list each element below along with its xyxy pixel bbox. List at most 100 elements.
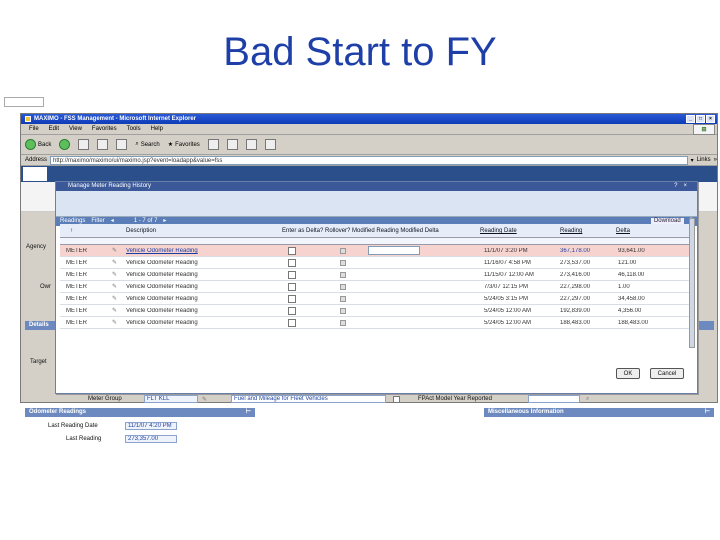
browser-toolbar: Back ⌕ Search ★ Favorites <box>21 135 717 155</box>
odometer-section-bar: Odometer Readings ⊢ <box>25 408 255 417</box>
address-input[interactable]: http://maximo/maximo/ui/maximo.jsp?event… <box>50 155 688 165</box>
table-row[interactable]: METER ✎ Vehicle Odometer Reading 5/24/05… <box>60 293 692 305</box>
last-reading-date-field: 11/1/07 4:20 PM <box>125 422 177 430</box>
delta-checkbox[interactable] <box>288 307 296 315</box>
rollover-checkbox <box>340 260 346 266</box>
wrench-icon[interactable]: ✎ <box>112 247 117 254</box>
search-magnifier-icon[interactable]: ⌕ <box>586 396 589 403</box>
rollover-checkbox <box>340 296 346 302</box>
browser-title: MAXIMO - FSS Management - Microsoft Inte… <box>34 116 197 122</box>
menu-help[interactable]: Help <box>151 126 163 132</box>
star-icon: ★ <box>167 142 174 148</box>
wrench-icon[interactable]: ✎ <box>112 283 117 290</box>
home-icon[interactable] <box>116 139 128 150</box>
rollover-checkbox <box>340 320 346 326</box>
rollover-checkbox <box>340 272 346 278</box>
collapse-icon[interactable]: ⊢ <box>246 408 251 417</box>
go-dropdown-icon[interactable]: ▾ <box>691 157 694 164</box>
rollover-checkbox <box>340 248 346 254</box>
folder-icon[interactable] <box>264 139 276 150</box>
app-header <box>21 166 717 182</box>
forward-button[interactable] <box>59 139 71 150</box>
maximize-button[interactable]: □ <box>696 115 705 123</box>
table-row[interactable]: METER ✎ Vehicle Odometer Reading 11/15/0… <box>60 269 692 281</box>
mail-icon[interactable] <box>226 139 238 150</box>
wrench-icon[interactable]: ✎ <box>112 271 117 278</box>
table-row[interactable]: METER ✎ Vehicle Odometer Reading 11/16/0… <box>60 257 692 269</box>
table-row[interactable]: METER ✎ Vehicle Odometer Reading 11/1/07… <box>60 245 692 257</box>
misc-section-bar: Miscellaneous Information ⊢ <box>484 408 714 417</box>
col-reading[interactable]: Reading <box>560 228 582 234</box>
agency-label: Agency <box>26 244 47 250</box>
wrench-icon[interactable]: ✎ <box>112 307 117 314</box>
table-header: ↑ Description Enter as Delta? Rollover? … <box>60 224 692 238</box>
address-label: Address <box>25 157 48 163</box>
readings-table: ↑ Description Enter as Delta? Rollover? … <box>60 182 692 352</box>
delta-checkbox[interactable] <box>288 295 296 303</box>
browser-menu-bar: File Edit View Favorites Tools Help ⊞ <box>21 124 717 135</box>
links-chevron-icon[interactable]: » <box>714 157 717 163</box>
delta-checkbox[interactable] <box>288 247 296 255</box>
links-label[interactable]: Links <box>697 157 711 163</box>
menu-tools[interactable]: Tools <box>127 126 141 132</box>
target-label: Target <box>30 359 47 365</box>
stop-icon[interactable] <box>78 139 90 150</box>
table-row[interactable]: METER ✎ Vehicle Odometer Reading 7/3/07 … <box>60 281 692 293</box>
table-row[interactable]: METER ✎ Vehicle Odometer Reading 5/24/05… <box>60 317 692 329</box>
last-reading-label: Last Reading <box>66 436 102 442</box>
delta-checkbox[interactable] <box>288 259 296 267</box>
menu-edit[interactable]: Edit <box>49 126 59 132</box>
modified-reading-input[interactable] <box>368 246 420 255</box>
meter-group-checkbox[interactable] <box>393 396 400 403</box>
history-icon[interactable] <box>207 139 219 150</box>
col-flags[interactable]: Enter as Delta? Rollover? Modified Readi… <box>282 228 439 234</box>
close-button[interactable]: × <box>706 115 715 123</box>
collapse-icon-right[interactable]: ⊢ <box>705 408 710 417</box>
wrench-icon[interactable]: ✎ <box>112 295 117 302</box>
search-button[interactable]: ⌕ Search <box>135 141 159 148</box>
ie-icon <box>25 116 31 122</box>
table-row[interactable]: METER ✎ Vehicle Odometer Reading 5/24/05… <box>60 305 692 317</box>
last-reading-date-label: Last Reading Date <box>48 423 98 429</box>
windows-logo-icon: ⊞ <box>693 124 715 135</box>
print-icon[interactable] <box>245 139 257 150</box>
menu-file[interactable]: File <box>29 126 39 132</box>
browser-title-bar: MAXIMO - FSS Management - Microsoft Inte… <box>21 114 717 124</box>
delta-checkbox[interactable] <box>288 271 296 279</box>
menu-view[interactable]: View <box>69 126 82 132</box>
favorites-button[interactable]: ★ Favorites <box>167 141 200 149</box>
meter-group-label: Meter Group <box>88 396 122 402</box>
rollover-checkbox <box>340 284 346 290</box>
slide-title: Bad Start to FY <box>223 30 497 74</box>
filter-row <box>60 238 692 245</box>
owner-label: Owr <box>40 284 51 290</box>
grid-scrollbar[interactable] <box>689 218 695 348</box>
delta-checkbox[interactable] <box>288 319 296 327</box>
col-delta[interactable]: Delta <box>616 228 630 234</box>
details-section-bar: Details <box>25 321 57 330</box>
back-button[interactable]: Back <box>25 139 51 150</box>
app-tab[interactable] <box>4 97 44 107</box>
cancel-button[interactable]: Cancel <box>650 368 684 379</box>
rollover-checkbox <box>340 308 346 314</box>
menu-favorites[interactable]: Favorites <box>92 126 117 132</box>
fpact-field[interactable] <box>528 395 580 403</box>
meter-reading-dialog: Manage Meter Reading History ?× Readings… <box>55 181 698 394</box>
ok-button[interactable]: OK <box>616 368 640 379</box>
wrench-icon[interactable]: ✎ <box>112 319 117 326</box>
wrench-icon[interactable]: ✎ <box>112 259 117 266</box>
meter-group-field[interactable]: FLT KLL <box>144 395 198 403</box>
col-reading-date[interactable]: Reading Date <box>480 228 517 234</box>
last-reading-field: 273,357.00 <box>125 435 177 443</box>
wrench-icon[interactable]: ✎ <box>202 396 207 403</box>
col-description[interactable]: Description <box>126 228 156 234</box>
refresh-icon[interactable] <box>97 139 109 150</box>
col-meter[interactable]: ↑ <box>70 228 73 234</box>
fpact-label: FPAct Model Year Reported <box>418 396 492 402</box>
delta-checkbox[interactable] <box>288 283 296 291</box>
app-logo <box>23 167 47 181</box>
minimize-button[interactable]: _ <box>686 115 695 123</box>
back-arrow-icon <box>25 139 36 150</box>
search-icon: ⌕ <box>135 141 139 147</box>
meter-group-description: Fuel and Mileage for Fleet Vehicles <box>231 395 386 403</box>
